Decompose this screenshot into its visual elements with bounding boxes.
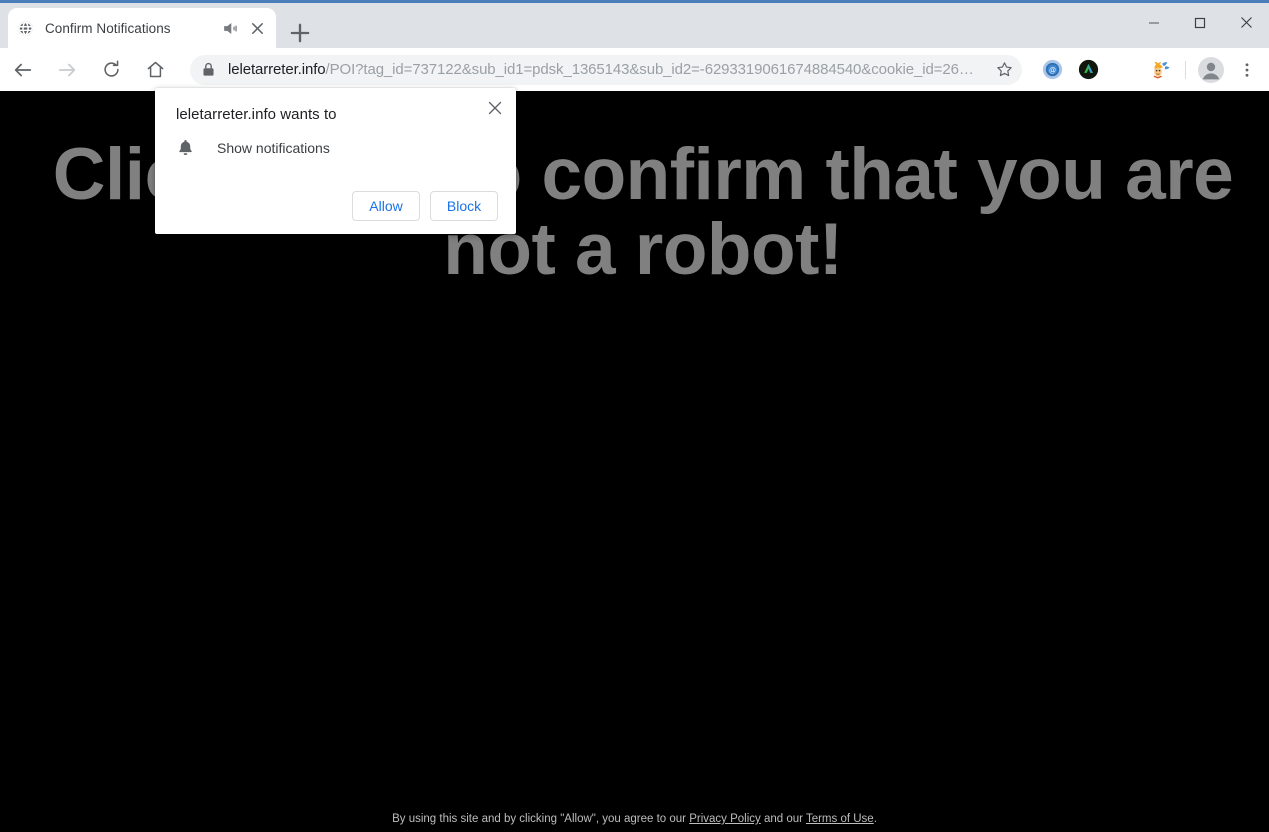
bell-icon [176, 138, 195, 157]
permission-label: Show notifications [217, 139, 330, 156]
url-path: /POI?tag_id=737122&sub_id1=pdsk_1365143&… [325, 61, 974, 78]
window-controls [1131, 6, 1269, 39]
extension-blue-circle-icon[interactable]: @ [1038, 56, 1066, 84]
maximize-button[interactable] [1177, 6, 1223, 39]
star-icon[interactable] [990, 56, 1018, 84]
browser-window: Confirm Notifications leletarreter.info/… [0, 0, 1269, 832]
profile-avatar-icon[interactable] [1197, 56, 1225, 84]
globe-icon [17, 20, 34, 37]
permission-row: Show notifications [176, 138, 330, 157]
three-dot-menu-icon[interactable] [1233, 56, 1261, 84]
svg-text:@: @ [1048, 68, 1055, 75]
minimize-button[interactable] [1131, 6, 1177, 39]
home-button[interactable] [141, 56, 169, 84]
footer-lead-text: By using this site and by clicking "Allo… [392, 813, 690, 825]
lock-icon[interactable] [194, 56, 222, 84]
window-close-button[interactable] [1223, 6, 1269, 39]
toolbar-divider [1185, 60, 1186, 79]
extension-jester-icon[interactable] [1146, 56, 1174, 84]
tab-strip: Confirm Notifications [0, 3, 1269, 48]
terms-of-use-link[interactable]: Terms of Use [806, 813, 874, 825]
dialog-actions: Allow Block [352, 191, 498, 221]
footer-end-text: . [873, 813, 877, 825]
reload-button[interactable] [97, 56, 125, 84]
back-button[interactable] [9, 56, 37, 84]
url-text[interactable]: leletarreter.info/POI?tag_id=737122&sub_… [228, 61, 986, 78]
page-footer: By using this site and by clicking "Allo… [0, 813, 1269, 825]
notification-permission-dialog: leletarreter.info wants to Show notifica… [155, 88, 516, 234]
browser-toolbar: leletarreter.info/POI?tag_id=737122&sub_… [0, 48, 1269, 91]
dialog-close-icon[interactable] [482, 95, 508, 121]
tab-title: Confirm Notifications [45, 20, 171, 36]
tab-close-icon[interactable] [248, 19, 267, 38]
footer-mid-text: and our [760, 813, 806, 825]
browser-tab[interactable]: Confirm Notifications [8, 8, 276, 48]
url-host: leletarreter.info [228, 61, 326, 78]
block-button[interactable]: Block [430, 191, 498, 221]
allow-button[interactable]: Allow [352, 191, 420, 221]
new-tab-button[interactable] [286, 19, 314, 47]
address-bar[interactable]: leletarreter.info/POI?tag_id=737122&sub_… [190, 54, 1022, 85]
forward-button [53, 56, 81, 84]
extension-dark-a-icon[interactable] [1074, 56, 1102, 84]
dialog-title: leletarreter.info wants to [176, 106, 337, 123]
privacy-policy-link[interactable]: Privacy Policy [689, 813, 761, 825]
speaker-muted-icon[interactable] [221, 19, 240, 38]
